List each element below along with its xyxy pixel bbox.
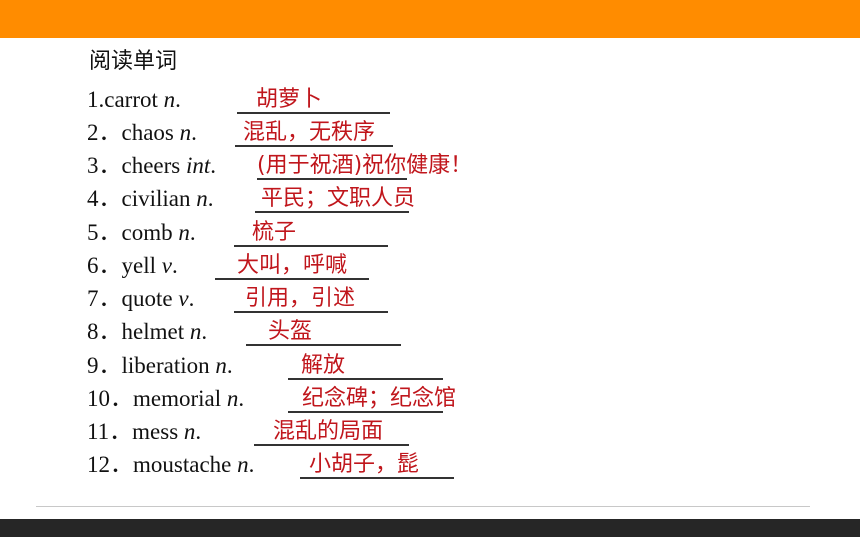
item-number: 4． — [87, 186, 122, 211]
item-pos: n — [226, 386, 239, 411]
vocab-term: 2．chaos n. — [87, 120, 197, 145]
vocab-term: 8．helmet n. — [87, 319, 208, 344]
top-banner — [0, 0, 860, 38]
answer-text: 梳子 — [252, 220, 297, 245]
vocab-item: 10．memorial n. 纪念碑；纪念馆 — [0, 382, 860, 416]
item-number: 10． — [87, 386, 133, 411]
vocab-item: 3．cheers int. (用于祝酒)祝你健康！ — [0, 149, 860, 183]
answer-text: 解放 — [301, 353, 346, 378]
footer-divider — [36, 506, 810, 507]
vocab-item: 6．yell v. 大叫，呼喊 — [0, 249, 860, 283]
item-word: liberation — [121, 353, 210, 378]
answer-text: 大叫，呼喊 — [237, 253, 348, 278]
item-word: yell — [121, 253, 157, 278]
vocab-term: 9．liberation n. — [87, 353, 233, 378]
item-pos: n — [237, 452, 249, 477]
vocab-term: 11．mess n. — [87, 419, 202, 444]
item-word: chaos — [121, 120, 174, 145]
item-pos: n — [183, 419, 196, 444]
item-number: 2． — [87, 120, 122, 145]
vocab-term: 6．yell v. — [87, 253, 178, 278]
item-number: 1. — [87, 87, 105, 112]
item-pos: int — [186, 153, 211, 178]
vocab-term: 12．moustache n. — [87, 452, 255, 477]
bottom-banner — [0, 519, 860, 537]
item-pos: n — [215, 353, 227, 378]
vocab-item: 4．civilian n. 平民；文职人员 — [0, 182, 860, 216]
item-word: quote — [121, 286, 173, 311]
item-word: comb — [121, 220, 173, 245]
item-pos: v — [161, 253, 172, 278]
vocab-item: 9．liberation n. 解放 — [0, 349, 860, 383]
item-word: memorial — [133, 386, 222, 411]
item-word: mess — [132, 419, 179, 444]
item-word: carrot — [104, 87, 158, 112]
answer-text: (用于祝酒)祝你健康！ — [257, 153, 473, 178]
item-number: 11． — [87, 419, 133, 444]
vocab-term: 3．cheers int. — [87, 153, 217, 178]
item-number: 12． — [87, 452, 133, 477]
answer-text: 混乱的局面 — [273, 419, 384, 444]
item-pos: n — [178, 220, 190, 245]
item-pos: n — [189, 319, 202, 344]
vocab-item: 11．mess n. 混乱的局面 — [0, 415, 860, 449]
vocab-item: 7．quote v. 引用，引述 — [0, 282, 860, 316]
answer-text: 纪念碑；纪念馆 — [302, 386, 457, 411]
vocab-term: 4．civilian n. — [87, 186, 214, 211]
item-number: 5． — [87, 220, 122, 245]
answer-text: 引用，引述 — [245, 286, 356, 311]
vocab-item: 12．moustache n. 小胡子，髭 — [0, 448, 860, 482]
item-number: 8． — [87, 319, 122, 344]
item-pos: n — [179, 120, 192, 145]
vocab-item: 8．helmet n. 头盔 — [0, 315, 860, 349]
item-word: civilian — [121, 186, 191, 211]
answer-text: 平民；文职人员 — [261, 186, 416, 211]
section-heading: 阅读单词 — [89, 49, 178, 74]
item-pos: n — [163, 87, 176, 112]
item-word: helmet — [121, 319, 185, 344]
vocab-term: 5．comb n. — [87, 220, 196, 245]
item-word: cheers — [121, 153, 181, 178]
vocab-term: 7．quote v. — [87, 286, 195, 311]
vocab-item: 2．chaos n. 混乱，无秩序 — [0, 116, 860, 150]
item-pos: n — [196, 186, 208, 211]
vocab-term: 10．memorial n. — [87, 386, 245, 411]
answer-text: 胡萝卜 — [256, 87, 323, 112]
answer-text: 混乱，无秩序 — [243, 120, 376, 145]
answer-text: 头盔 — [268, 319, 313, 344]
item-number: 3． — [87, 153, 122, 178]
item-pos: v — [178, 286, 189, 311]
vocab-item: 1.carrot n. 胡萝卜 — [0, 83, 860, 117]
vocab-item: 5．comb n. 梳子 — [0, 216, 860, 250]
item-number: 9． — [87, 353, 122, 378]
item-number: 7． — [87, 286, 122, 311]
answer-text: 小胡子，髭 — [309, 452, 420, 477]
item-number: 6． — [87, 253, 122, 278]
item-word: moustache — [133, 452, 232, 477]
vocab-term: 1.carrot n. — [87, 87, 181, 112]
